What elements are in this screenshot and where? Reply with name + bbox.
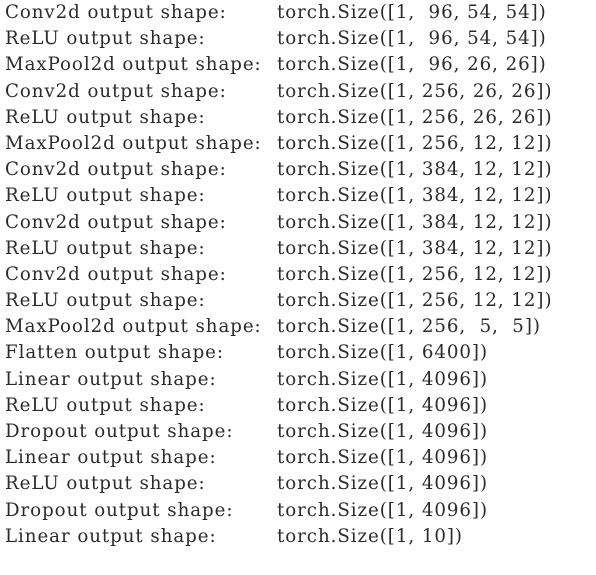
log-line: Linear output shape: torch.Size([1, 4096]…	[0, 445, 596, 471]
log-line: ReLU output shape: torch.Size([1, 384, 12…	[0, 183, 596, 209]
layer-label: Linear output shape:	[5, 447, 217, 469]
log-line: Flatten output shape: torch.Size([1, 6400…	[0, 340, 596, 366]
shape-value: torch.Size([1, 256, 26, 26])	[277, 106, 553, 128]
layer-label: ReLU output shape:	[5, 237, 206, 259]
shape-value: torch.Size([1, 96, 26, 26])	[277, 54, 547, 76]
shape-value: torch.Size([1, 384, 12, 12])	[277, 185, 553, 207]
log-line: MaxPool2d output shape: torch.Size([1, 25…	[0, 314, 596, 340]
layer-label: ReLU output shape:	[5, 394, 206, 416]
layer-label: ReLU output shape:	[5, 185, 206, 207]
shape-value: torch.Size([1, 96, 54, 54])	[277, 28, 547, 50]
shape-value: torch.Size([1, 256, 12, 12])	[277, 263, 553, 285]
log-line: ReLU output shape: torch.Size([1, 384, 12…	[0, 236, 596, 262]
shape-value: torch.Size([1, 256, 12, 12])	[277, 290, 553, 312]
log-line: ReLU output shape: torch.Size([1, 256, 26…	[0, 105, 596, 131]
log-line: ReLU output shape: torch.Size([1, 256, 12…	[0, 288, 596, 314]
layer-label: Dropout output shape:	[5, 421, 234, 442]
layer-label: Linear output shape:	[5, 525, 217, 547]
layer-label: Flatten output shape:	[5, 342, 224, 364]
shape-value: torch.Size([1, 4096])	[277, 473, 489, 495]
log-line: Conv2d output shape: torch.Size([1, 384, …	[0, 210, 596, 236]
layer-label: Conv2d output shape:	[5, 211, 227, 233]
layer-label: Conv2d output shape:	[5, 80, 227, 102]
shape-value: torch.Size([1, 4096])	[277, 447, 489, 469]
layer-label: Conv2d output shape:	[5, 263, 227, 285]
layer-label: Conv2d output shape:	[5, 2, 227, 23]
shape-value: torch.Size([1, 4096])	[277, 394, 489, 416]
layer-label: Dropout output shape:	[5, 499, 234, 521]
layer-label: ReLU output shape:	[5, 28, 206, 50]
layer-label: ReLU output shape:	[5, 106, 206, 128]
shape-value: torch.Size([1, 4096])	[277, 368, 489, 390]
log-line: Conv2d output shape: torch.Size([1, 384, …	[0, 157, 596, 183]
log-line: Conv2d output shape: torch.Size([1, 96, 5…	[0, 0, 596, 26]
console-output-log: Conv2d output shape: torch.Size([1, 96, 5…	[0, 0, 596, 575]
log-line: Conv2d output shape: torch.Size([1, 256, …	[0, 262, 596, 288]
log-line: MaxPool2d output shape: torch.Size([1, 25…	[0, 131, 596, 157]
shape-value: torch.Size([1, 6400])	[277, 342, 489, 364]
shape-value: torch.Size([1, 256, 5, 5])	[277, 316, 541, 338]
shape-value: torch.Size([1, 384, 12, 12])	[277, 159, 553, 181]
shape-value: torch.Size([1, 96, 54, 54])	[277, 2, 547, 23]
log-line: ReLU output shape: torch.Size([1, 4096])	[0, 471, 596, 497]
log-line: MaxPool2d output shape: torch.Size([1, 96…	[0, 52, 596, 78]
shape-value: torch.Size([1, 4096])	[277, 499, 489, 521]
layer-label: MaxPool2d output shape:	[5, 132, 262, 154]
shape-value: torch.Size([1, 384, 12, 12])	[277, 237, 553, 259]
shape-value: torch.Size([1, 4096])	[277, 421, 489, 442]
layer-label: MaxPool2d output shape:	[5, 316, 262, 338]
log-line: Linear output shape: torch.Size([1, 10])	[0, 524, 596, 550]
shape-value: torch.Size([1, 10])	[277, 525, 463, 547]
log-line: ReLU output shape: torch.Size([1, 4096])	[0, 393, 596, 419]
layer-label: ReLU output shape:	[5, 290, 206, 312]
log-line: Linear output shape: torch.Size([1, 4096]…	[0, 367, 596, 393]
layer-label: MaxPool2d output shape:	[5, 54, 262, 76]
layer-label: Linear output shape:	[5, 368, 217, 390]
log-line: Dropout output shape: torch.Size([1, 4096…	[0, 498, 596, 524]
shape-value: torch.Size([1, 256, 12, 12])	[277, 132, 553, 154]
log-line: Dropout output shape: torch.Size([1, 4096…	[0, 419, 596, 445]
layer-label: Conv2d output shape:	[5, 159, 227, 181]
shape-value: torch.Size([1, 384, 12, 12])	[277, 211, 553, 233]
log-line: ReLU output shape: torch.Size([1, 96, 54,…	[0, 26, 596, 52]
log-line: Conv2d output shape: torch.Size([1, 256, …	[0, 79, 596, 105]
shape-value: torch.Size([1, 256, 26, 26])	[277, 80, 553, 102]
layer-label: ReLU output shape:	[5, 473, 206, 495]
